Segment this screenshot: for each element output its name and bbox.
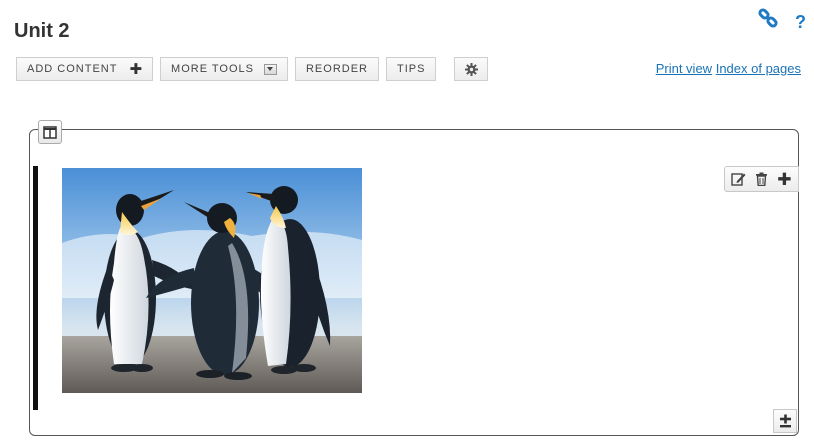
more-tools-label: MORE TOOLS	[171, 63, 254, 75]
page-links: Print view Index of pages	[656, 61, 801, 76]
plus-minus-icon	[779, 414, 791, 428]
reorder-button[interactable]: REORDER	[294, 57, 379, 81]
settings-button[interactable]	[454, 57, 489, 81]
add-block-button[interactable]	[773, 409, 797, 433]
edit-icon[interactable]	[731, 172, 746, 186]
block-tools: ✚	[724, 166, 799, 192]
gear-icon	[464, 62, 478, 76]
trash-icon[interactable]	[755, 172, 768, 186]
add-content-label: ADD CONTENT	[27, 63, 118, 75]
emperor-penguins-image	[62, 168, 362, 393]
content-block-indicator	[33, 166, 38, 410]
layout-toggle-button[interactable]	[38, 120, 62, 144]
plus-icon: ✚	[129, 61, 143, 78]
more-tools-button[interactable]: MORE TOOLS	[160, 57, 288, 81]
add-content-button[interactable]: ADD CONTENT ✚	[16, 57, 154, 81]
tips-button[interactable]: TIPS	[386, 57, 437, 81]
header-icons: ?	[757, 8, 806, 35]
reorder-label: REORDER	[305, 63, 368, 75]
toolbar: ADD CONTENT ✚ MORE TOOLS REORDER TIPS	[16, 57, 489, 81]
two-column-layout-icon	[43, 125, 57, 139]
print-view-link[interactable]: Print view	[656, 61, 712, 76]
dropdown-arrow-icon	[263, 63, 277, 75]
page-title: Unit 2	[14, 20, 70, 42]
plus-icon[interactable]: ✚	[777, 171, 791, 188]
link-icon[interactable]	[757, 8, 779, 35]
tips-label: TIPS	[397, 63, 426, 75]
page: Unit 2 ? ADD CONTENT ✚ MORE TOOLS REORDE…	[0, 0, 814, 442]
index-of-pages-link[interactable]: Index of pages	[716, 61, 801, 76]
help-icon[interactable]: ?	[795, 13, 806, 31]
